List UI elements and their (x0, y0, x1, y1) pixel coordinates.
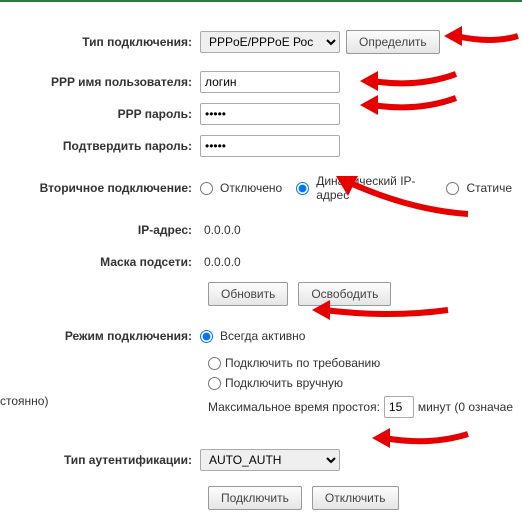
release-button[interactable]: Освободить (298, 282, 391, 306)
mask-value: 0.0.0.0 (200, 255, 241, 269)
secondary-static-label[interactable]: Статиче (466, 181, 512, 195)
ppp-username-input[interactable] (200, 71, 340, 93)
renew-button[interactable]: Обновить (208, 282, 288, 306)
label-ppp-user: PPP имя пользователя: (0, 75, 200, 89)
idle-suffix: минут (0 означае (418, 400, 513, 414)
label-mode: Режим подключения: (0, 329, 200, 343)
mode-manual-label[interactable]: Подключить вручную (225, 376, 343, 390)
label-ppp-conf: Подтвердить пароль: (0, 139, 200, 153)
label-secondary: Вторичное подключение: (0, 181, 200, 195)
label-mask: Маска подсети: (0, 255, 200, 269)
mode-always-radio[interactable] (200, 330, 213, 343)
mode-manual-radio[interactable] (208, 377, 221, 390)
auth-type-select[interactable]: AUTO_AUTH (200, 449, 340, 471)
mode-demand-radio[interactable] (208, 357, 221, 370)
secondary-dynamic-label[interactable]: Динамический IP-адрес (316, 174, 432, 202)
secondary-disabled-radio[interactable] (200, 182, 213, 195)
detect-button[interactable]: Определить (346, 30, 440, 54)
idle-prefix: Максимальное время простоя: (208, 400, 380, 414)
label-connection-type: Тип подключения: (0, 35, 200, 49)
ppp-confirm-input[interactable] (200, 135, 340, 157)
label-ppp-pass: PPP пароль: (0, 107, 200, 121)
secondary-static-radio[interactable] (446, 182, 459, 195)
connect-button[interactable]: Подключить (208, 486, 302, 510)
settings-form: Тип подключения: PPPoE/PPPoE Рос Определ… (0, 2, 522, 510)
connection-type-select[interactable]: PPPoE/PPPoE Рос (200, 31, 340, 53)
mode-demand-label[interactable]: Подключить по требованию (225, 356, 380, 370)
truncated-text-left: стоянно) (0, 394, 48, 408)
ppp-password-input[interactable] (200, 103, 340, 125)
label-auth: Тип аутентификации: (0, 453, 200, 467)
label-ip: IP-адрес: (0, 223, 200, 237)
disconnect-button[interactable]: Отключить (312, 486, 399, 510)
mode-always-label[interactable]: Всегда активно (220, 329, 305, 343)
secondary-dynamic-radio[interactable] (296, 182, 309, 195)
secondary-disabled-label[interactable]: Отключено (220, 181, 282, 195)
ip-value: 0.0.0.0 (200, 223, 241, 237)
idle-time-input[interactable] (384, 396, 414, 418)
